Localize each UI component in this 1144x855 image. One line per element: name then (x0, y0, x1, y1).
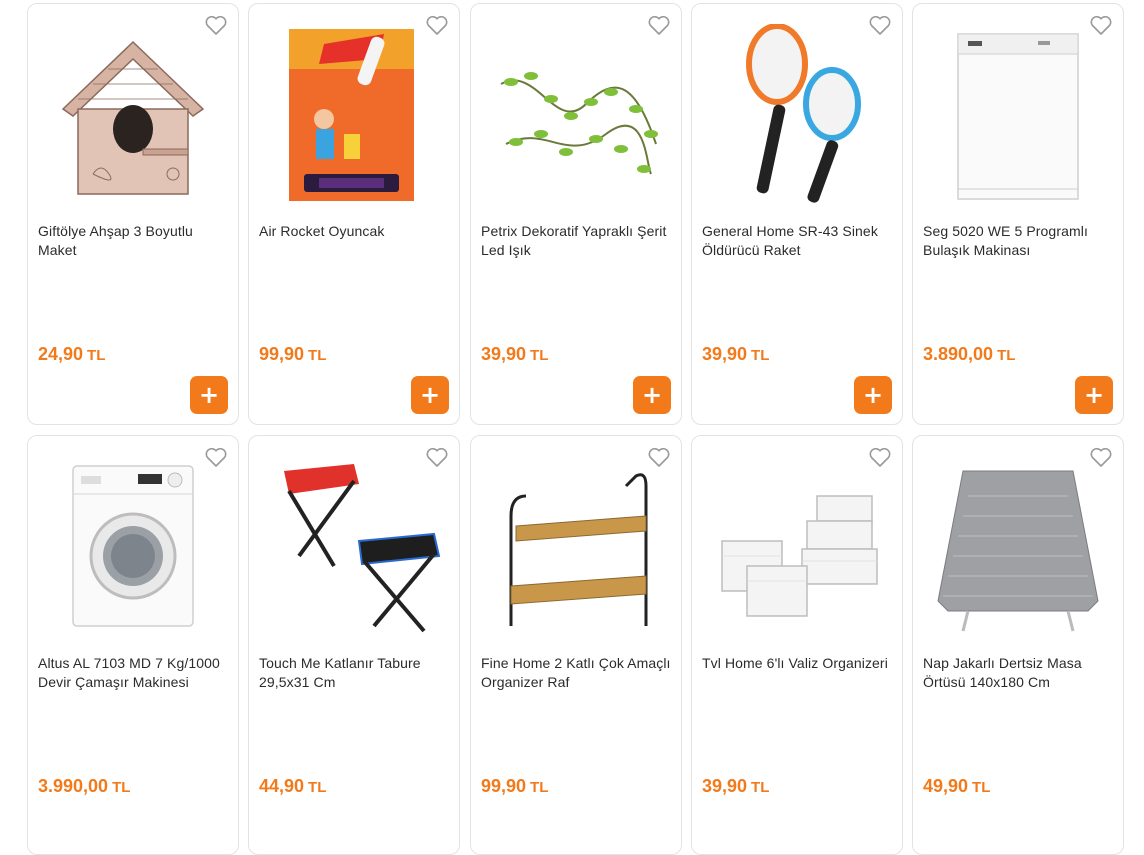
product-price: 99,90 TL (259, 344, 326, 365)
product-title[interactable]: Fine Home 2 Katlı Çok Amaçlı Organizer R… (481, 654, 671, 692)
product-card[interactable]: Nap Jakarlı Dertsiz Masa Örtüsü 140x180 … (912, 435, 1124, 855)
product-image-air-rocket-box[interactable] (259, 24, 449, 204)
product-title[interactable]: Air Rocket Oyuncak (259, 222, 449, 241)
product-price: 44,90 TL (259, 776, 326, 797)
product-price: 39,90 TL (702, 344, 769, 365)
price-value: 3.990,00 (38, 776, 109, 796)
product-title[interactable]: Seg 5020 WE 5 Programlı Bulaşık Makinası (923, 222, 1113, 260)
price-currency: TL (751, 347, 770, 364)
product-price: 24,90 TL (38, 344, 105, 365)
product-card[interactable]: Seg 5020 WE 5 Programlı Bulaşık Makinası… (912, 3, 1124, 425)
price-currency: TL (530, 347, 549, 364)
product-card[interactable]: Fine Home 2 Katlı Çok Amaçlı Organizer R… (470, 435, 682, 855)
price-value: 99,90 (259, 344, 305, 364)
product-title[interactable]: Touch Me Katlanır Tabure 29,5x31 Cm (259, 654, 449, 692)
price-currency: TL (997, 347, 1016, 364)
product-title[interactable]: Giftölye Ahşap 3 Boyutlu Maket (38, 222, 228, 260)
product-image-washing-machine[interactable] (38, 456, 228, 636)
price-currency: TL (112, 779, 131, 796)
product-grid: Giftölye Ahşap 3 Boyutlu Maket 24,90 TL +… (0, 0, 1144, 855)
price-currency: TL (308, 779, 327, 796)
add-to-cart-button[interactable]: + (411, 376, 449, 414)
product-image-two-tier-shelf[interactable] (481, 456, 671, 636)
plus-icon: + (198, 381, 220, 409)
product-price: 3.990,00 TL (38, 776, 130, 797)
product-image-tablecloth[interactable] (923, 456, 1113, 636)
product-image-folding-stools[interactable] (259, 456, 449, 636)
product-title[interactable]: General Home SR-43 Sinek Öldürücü Raket (702, 222, 892, 260)
plus-icon: + (862, 381, 884, 409)
price-value: 39,90 (702, 776, 748, 796)
product-title[interactable]: Tvl Home 6'lı Valiz Organizeri (702, 654, 892, 673)
add-to-cart-button[interactable]: + (190, 376, 228, 414)
product-card[interactable]: Air Rocket Oyuncak 99,90 TL + (248, 3, 460, 425)
product-card[interactable]: General Home SR-43 Sinek Öldürücü Raket … (691, 3, 903, 425)
product-card[interactable]: Touch Me Katlanır Tabure 29,5x31 Cm 44,9… (248, 435, 460, 855)
price-currency: TL (530, 779, 549, 796)
product-card[interactable]: Petrix Dekoratif Yapraklı Şerit Led Işık… (470, 3, 682, 425)
add-to-cart-button[interactable]: + (854, 376, 892, 414)
plus-icon: + (1083, 381, 1105, 409)
product-title[interactable]: Nap Jakarlı Dertsiz Masa Örtüsü 140x180 … (923, 654, 1113, 692)
price-value: 44,90 (259, 776, 305, 796)
product-image-fly-swatter-rackets[interactable] (702, 24, 892, 204)
product-price: 49,90 TL (923, 776, 990, 797)
price-currency: TL (972, 779, 991, 796)
product-card[interactable]: Altus AL 7103 MD 7 Kg/1000 Devir Çamaşır… (27, 435, 239, 855)
plus-icon: + (641, 381, 663, 409)
price-value: 39,90 (702, 344, 748, 364)
product-price: 39,90 TL (702, 776, 769, 797)
product-image-packing-cubes[interactable] (702, 456, 892, 636)
price-currency: TL (87, 347, 106, 364)
product-card[interactable]: Tvl Home 6'lı Valiz Organizeri 39,90 TL (691, 435, 903, 855)
price-currency: TL (751, 779, 770, 796)
add-to-cart-button[interactable]: + (1075, 376, 1113, 414)
price-value: 3.890,00 (923, 344, 994, 364)
price-value: 24,90 (38, 344, 84, 364)
price-value: 99,90 (481, 776, 527, 796)
product-price: 99,90 TL (481, 776, 548, 797)
plus-icon: + (419, 381, 441, 409)
product-title[interactable]: Petrix Dekoratif Yapraklı Şerit Led Işık (481, 222, 671, 260)
add-to-cart-button[interactable]: + (633, 376, 671, 414)
price-value: 49,90 (923, 776, 969, 796)
product-title[interactable]: Altus AL 7103 MD 7 Kg/1000 Devir Çamaşır… (38, 654, 228, 692)
product-image-wooden-birdhouse[interactable] (38, 24, 228, 204)
price-currency: TL (308, 347, 327, 364)
product-image-leaf-garland[interactable] (481, 24, 671, 204)
product-image-dishwasher[interactable] (923, 24, 1113, 204)
product-card[interactable]: Giftölye Ahşap 3 Boyutlu Maket 24,90 TL + (27, 3, 239, 425)
price-value: 39,90 (481, 344, 527, 364)
product-price: 39,90 TL (481, 344, 548, 365)
product-price: 3.890,00 TL (923, 344, 1015, 365)
